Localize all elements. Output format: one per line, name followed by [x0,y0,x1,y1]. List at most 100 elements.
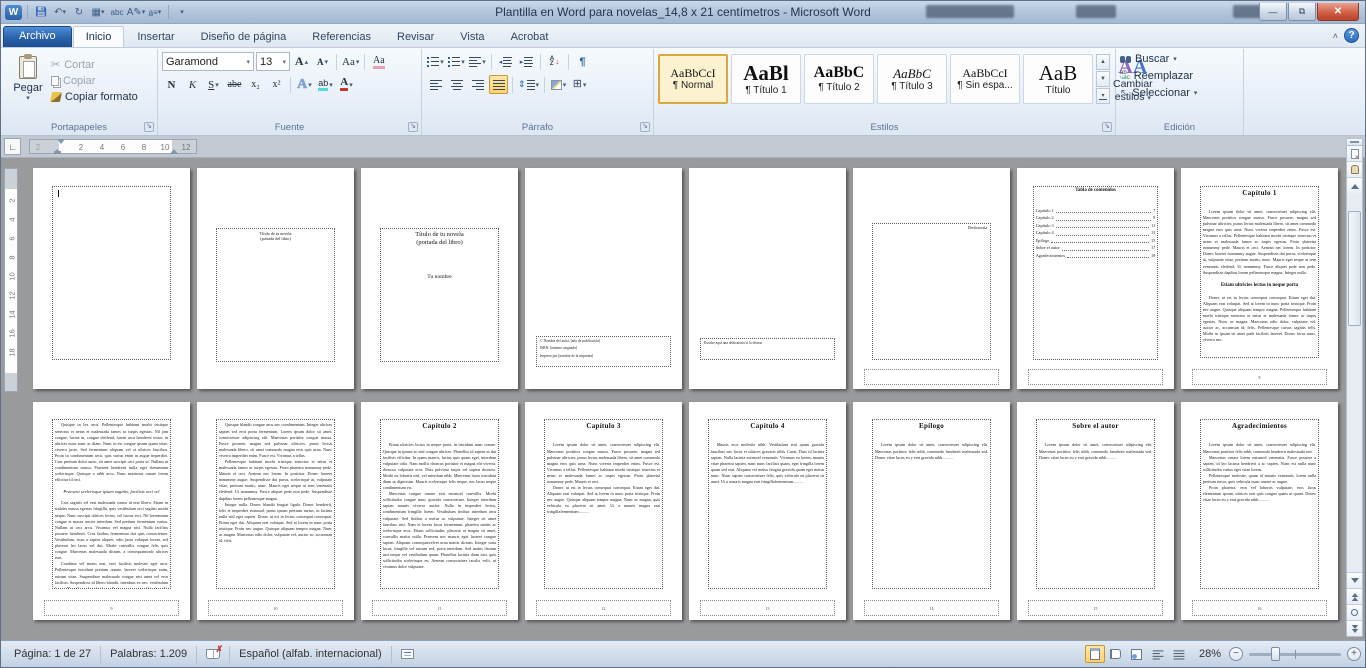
full-screen-reading-button[interactable] [1106,645,1126,663]
dialog-launcher-icon[interactable]: ⇘ [408,122,418,132]
style-titulo-1[interactable]: AaBl¶ Título 1 [731,54,801,104]
zoom-in-button[interactable]: + [1347,647,1361,661]
print-layout-view-button[interactable] [1085,645,1105,663]
align-left-button[interactable] [426,75,445,94]
font-color-button[interactable]: A▾ [337,75,356,94]
draw-table-icon[interactable]: ▦▾ [90,4,106,20]
close-button[interactable]: ✕ [1317,3,1359,21]
select-browse-object-button[interactable] [1347,604,1362,620]
page-number-status[interactable]: Página: 1 de 27 [5,646,101,663]
tab-revisar[interactable]: Revisar [384,26,447,47]
qat-customize-button[interactable]: ▾ [174,4,190,20]
left-indent-marker[interactable] [54,151,61,154]
align-right-button[interactable] [468,75,487,94]
web-layout-button[interactable] [1127,645,1147,663]
redo-icon[interactable]: ↻ [71,4,87,20]
scroll-up-icon[interactable] [1347,178,1362,194]
align-center-button[interactable] [447,75,466,94]
language-status[interactable]: Español (alfab. internacional) [230,646,391,663]
tab-diseno-de-pagina[interactable]: Diseño de página [188,26,300,47]
gallery-more-icon[interactable]: ▾ [1096,88,1110,104]
style-sin-espa[interactable]: AaBbCcI¶ Sin espa... [950,54,1020,104]
page-thumbnail-6[interactable]: Dedicatoria [853,168,1010,389]
zoom-slider-track[interactable] [1249,653,1341,656]
underline-button[interactable]: S▾ [204,75,223,94]
tab-acrobat[interactable]: Acrobat [498,26,562,47]
page-thumbnail-11[interactable]: Capítulo 2Etiam ultricies lectus in nequ… [361,402,518,620]
style-titulo[interactable]: AaBTítulo [1023,54,1093,104]
decrease-indent-button[interactable]: ◂ [496,52,515,71]
page-thumbnail-5[interactable]: Escribe aquí una dedicatoria si lo desea… [689,168,846,389]
tab-referencias[interactable]: Referencias [299,26,384,47]
select-button[interactable]: ↖ Seleccionar ▾ [1120,87,1240,99]
page-thumbnail-9[interactable]: Quisque in lex arcu. Pellentesque habita… [33,402,190,620]
italic-button[interactable]: K [183,75,202,94]
page-thumbnail-16[interactable]: AgradecimientosLorem ipsum dolor sit ame… [1181,402,1338,620]
tab-vista[interactable]: Vista [447,26,497,47]
replace-button[interactable]: ab⤷ac Reemplazar [1120,70,1240,82]
bullets-button[interactable]: ▾ [426,52,445,71]
spelling-icon[interactable]: abc [109,4,125,20]
scrollbar-thumb[interactable] [1348,211,1361,326]
numbering-icon[interactable]: a̲≡▾ [147,4,163,20]
page-thumbnail-4[interactable]: © Nombre del autor, [año de publicación]… [525,168,682,389]
dialog-launcher-icon[interactable]: ⇘ [1102,122,1112,132]
subscript-button[interactable]: x₂ [246,75,265,94]
highlight-color-button[interactable]: ab▾ [316,75,335,94]
paste-button[interactable]: Pegar ▾ [5,52,51,119]
help-icon[interactable]: ? [1344,28,1359,43]
superscript-button[interactable]: x² [267,75,286,94]
scroll-down-icon[interactable] [1347,572,1362,588]
gallery-down-icon[interactable]: ▼ [1096,71,1110,87]
page-thumbnail-2[interactable]: Título de tu novela(portada del libro) [197,168,354,389]
change-case-button[interactable]: Aa▾ [341,52,360,71]
next-page-button[interactable] [1347,620,1362,636]
vertical-ruler[interactable]: 24681012141618 [4,168,18,392]
first-line-indent-marker[interactable] [57,139,65,144]
word-count-status[interactable]: Palabras: 1.209 [101,646,197,663]
zoom-level[interactable]: 28% [1199,648,1221,660]
page-thumbnail-14[interactable]: EpílogoLorem ipsum dolor sit amet, conse… [853,402,1010,620]
justify-button[interactable] [489,75,508,94]
scrollbar-track[interactable] [1348,211,1361,564]
undo-icon[interactable]: ↶▾ [52,4,68,20]
tab-inicio[interactable]: Inicio [73,26,125,47]
grow-font-button[interactable]: A▴ [292,52,311,71]
collapse-ribbon-icon[interactable]: ˄ [1333,31,1338,41]
style-titulo-3[interactable]: AaBbC¶ Título 3 [877,54,947,104]
split-handle[interactable] [1347,139,1362,146]
zoom-out-button[interactable]: − [1229,647,1243,661]
text-effects-button[interactable]: A▾ [295,75,314,94]
clear-formatting-button[interactable]: Aa [369,52,388,71]
tab-archivo[interactable]: Archivo [3,26,72,47]
restore-button[interactable]: ⧉ [1288,3,1316,21]
save-icon[interactable]: 💾︎ [33,4,49,20]
format-painter-button[interactable]: Copiar formato [51,91,138,103]
draft-view-button[interactable] [1169,645,1189,663]
dialog-launcher-icon[interactable]: ⇘ [144,122,154,132]
page-thumbnail-8[interactable]: Capítulo 1Lorem ipsum dolor sit amet, co… [1181,168,1338,389]
tab-stop-selector[interactable]: ∟ [4,138,21,155]
tab-insertar[interactable]: Insertar [124,26,187,47]
find-button[interactable]: Buscar ▾ [1120,53,1240,65]
previous-page-button[interactable] [1347,588,1362,604]
zoom-slider-thumb[interactable] [1271,647,1280,661]
shading-button[interactable]: ▾ [549,75,568,94]
macro-recording-status[interactable] [392,646,423,663]
font-size-combo[interactable]: 13▾ [256,52,290,71]
multilevel-list-button[interactable]: ▾ [468,52,487,71]
style-normal[interactable]: AaBbCcI¶ Normal [658,54,728,104]
outline-view-button[interactable] [1148,645,1168,663]
page-thumbnail-7[interactable]: Tabla de contenidosCapítulo 17Capítulo 2… [1017,168,1174,389]
edit-font-icon[interactable]: A✎▾ [128,4,144,20]
bold-button[interactable]: N [162,75,181,94]
minimize-button[interactable]: — [1259,3,1287,21]
page-thumbnail-13[interactable]: Capítulo 4Mauris eros molestie nibh. Ves… [689,402,846,620]
gallery-up-icon[interactable]: ▲ [1096,54,1110,70]
strikethrough-button[interactable]: abe [225,75,244,94]
page-thumbnail-15[interactable]: Sobre el autorLorem ipsum dolor sit amet… [1017,402,1174,620]
page-thumbnail-1[interactable] [33,168,190,389]
line-spacing-button[interactable]: ⇕▾ [517,75,540,94]
borders-button[interactable]: ⊞▾ [570,75,589,94]
style-titulo-2[interactable]: AaBbC¶ Título 2 [804,54,874,104]
